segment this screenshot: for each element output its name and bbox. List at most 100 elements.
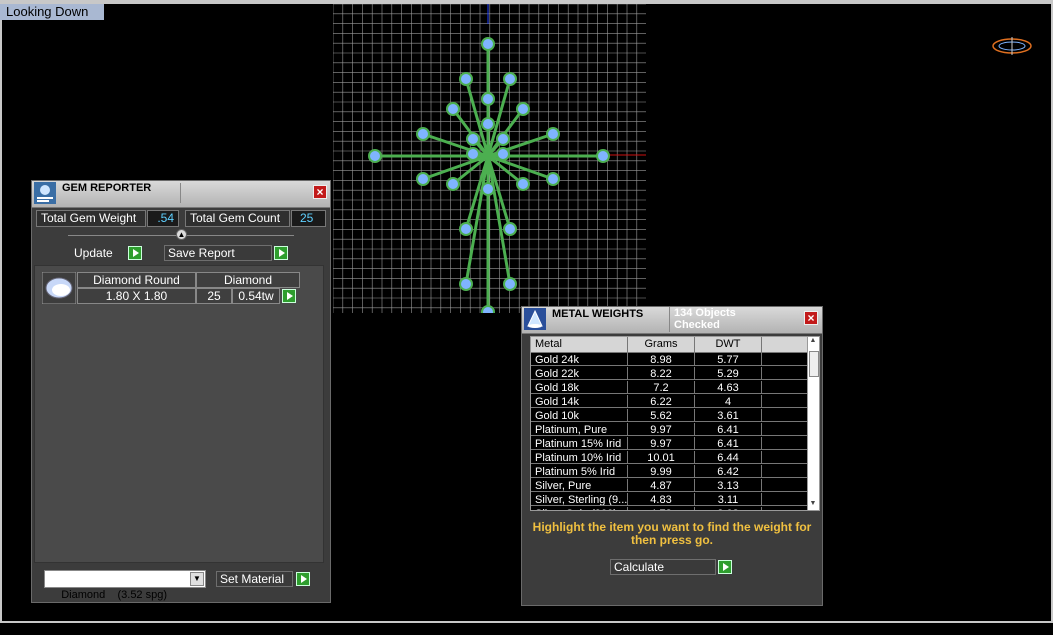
grams-cell: 9.99 xyxy=(628,465,695,478)
model-gem xyxy=(481,92,495,106)
metal-name-cell: Platinum 10% Irid xyxy=(531,451,628,464)
gem-list-row[interactable]: Diamond Round Diamond 1.80 X 1.80 25 0.5… xyxy=(42,272,300,304)
model-gem xyxy=(466,132,480,146)
metal-name-cell: Platinum 15% Irid xyxy=(531,437,628,450)
model-gem xyxy=(546,127,560,141)
scroll-up-icon[interactable]: ▲ xyxy=(808,337,818,347)
save-report-go-icon xyxy=(274,246,288,260)
table-row[interactable]: Platinum, Pure 9.97 6.41 xyxy=(531,423,809,437)
table-row[interactable]: Silver Coin (900)4.783.08 xyxy=(531,507,809,510)
metal-weights-table[interactable]: Metal Grams DWT Gold 24k 8.98 5.77 Gold 22k… xyxy=(530,336,820,511)
gem-shape: Diamond Round xyxy=(77,272,196,288)
dwt-cell: 3.13 xyxy=(695,479,762,492)
grams-cell: 7.2 xyxy=(628,381,695,394)
metal-weights-hint: Highlight the item you want to find the … xyxy=(532,520,812,547)
objects-checked-status: 134 Objects Checked xyxy=(669,307,782,332)
grams-cell: 5.62 xyxy=(628,409,695,422)
grams-cell: 4.83 xyxy=(628,493,695,506)
metal-name-cell: Platinum 5% Irid xyxy=(531,465,628,478)
model-gem xyxy=(496,132,510,146)
total-gem-weight-label: Total Gem Weight xyxy=(36,210,146,227)
gem-row-go-icon[interactable] xyxy=(282,289,296,303)
dwt-cell: 5.77 xyxy=(695,353,762,366)
empty-cell xyxy=(762,353,809,366)
model-gem xyxy=(466,147,480,161)
table-scrollbar[interactable]: ▲ ▼ xyxy=(807,337,819,510)
dwt-cell: 6.42 xyxy=(695,465,762,478)
update-go-icon xyxy=(128,246,142,260)
table-row[interactable]: Gold 10k 5.62 3.61 xyxy=(531,409,809,423)
table-row[interactable]: Gold 18k 7.2 4.63 xyxy=(531,381,809,395)
grams-cell: 9.97 xyxy=(628,437,695,450)
total-gem-weight-value: .54 xyxy=(147,210,179,227)
model-gem xyxy=(503,277,517,291)
save-report-dropdown[interactable]: Save Report xyxy=(164,245,289,262)
model-gem xyxy=(503,72,517,86)
metal-weights-close-button[interactable]: × xyxy=(804,311,818,325)
table-row[interactable]: Gold 24k 8.98 5.77 xyxy=(531,353,809,367)
empty-cell xyxy=(762,381,809,394)
table-row[interactable]: Platinum 10% Irid 10.01 6.44 xyxy=(531,451,809,465)
gem-reporter-close-button[interactable]: × xyxy=(313,185,327,199)
calculate-dropdown[interactable]: Calculate xyxy=(610,559,735,576)
dwt-cell: 3.11 xyxy=(695,493,762,506)
empty-cell xyxy=(762,437,809,450)
table-row[interactable]: Silver, Pure 4.87 3.13 xyxy=(531,479,809,493)
grams-cell: 4.87 xyxy=(628,479,695,492)
model-gem xyxy=(496,147,510,161)
model-gem xyxy=(459,277,473,291)
calculate-label: Calculate xyxy=(610,559,716,575)
set-material-label: Set Material xyxy=(216,571,293,587)
update-button-label: Update xyxy=(74,246,113,260)
grams-cell: 9.97 xyxy=(628,423,695,436)
metal-weights-panel: METAL WEIGHTS 134 Objects Checked × Meta… xyxy=(521,306,823,606)
column-header-grams: Grams xyxy=(628,337,695,353)
gem-type: Diamond xyxy=(196,272,300,288)
grams-cell: 4.78 xyxy=(628,507,695,510)
metal-name-cell: Silver, Pure xyxy=(531,479,628,492)
table-row[interactable]: Silver, Sterling (9... 4.83 3.11 xyxy=(531,493,809,507)
scroll-thumb[interactable] xyxy=(809,351,819,377)
gem-reporter-panel: GEM REPORTER × Total Gem Weight .54 Tota… xyxy=(31,180,331,603)
metal-name-cell: Gold 14k xyxy=(531,395,628,408)
gem-count: 25 xyxy=(196,288,232,304)
metal-name-cell: Gold 24k xyxy=(531,353,628,366)
metal-weights-titlebar[interactable]: METAL WEIGHTS 134 Objects Checked × xyxy=(522,307,822,334)
table-row[interactable]: Gold 14k 6.22 4 xyxy=(531,395,809,409)
model-gem xyxy=(481,37,495,51)
model-gem xyxy=(516,102,530,116)
empty-cell xyxy=(762,465,809,478)
metal-weights-logo-icon xyxy=(524,308,546,330)
model-gem xyxy=(546,172,560,186)
gem-reporter-logo-icon xyxy=(34,182,56,204)
set-material-button[interactable]: Set Material xyxy=(216,570,312,588)
column-header-dwt: DWT xyxy=(695,337,762,353)
metal-name-cell: Silver, Sterling (9... xyxy=(531,493,628,506)
material-select-value: Diamond (3.52 spg) xyxy=(61,589,168,601)
model-gem xyxy=(503,222,517,236)
empty-cell xyxy=(762,479,809,492)
scroll-down-icon[interactable]: ▼ xyxy=(808,500,818,510)
grams-cell: 10.01 xyxy=(628,451,695,464)
gem-reporter-titlebar[interactable]: GEM REPORTER × xyxy=(32,181,330,208)
model-gem xyxy=(481,117,495,131)
dwt-cell: 5.29 xyxy=(695,367,762,380)
cross-pendant-model xyxy=(368,37,610,313)
grams-cell: 8.98 xyxy=(628,353,695,366)
collapse-toggle-icon[interactable]: ▲ xyxy=(176,229,187,240)
table-row[interactable]: Gold 22k 8.22 5.29 xyxy=(531,367,809,381)
dwt-cell: 3.08 xyxy=(695,507,762,510)
save-report-label: Save Report xyxy=(164,245,272,261)
material-select[interactable]: Diamond (3.52 spg) ▼ xyxy=(44,570,206,601)
update-button[interactable]: Update xyxy=(74,245,144,262)
orientation-gizmo-icon[interactable] xyxy=(991,35,1033,57)
table-row[interactable]: Platinum 5% Irid 9.99 6.42 xyxy=(531,465,809,479)
viewport-canvas[interactable] xyxy=(333,4,646,313)
column-header-empty xyxy=(762,337,809,353)
model-gem xyxy=(481,305,495,313)
grams-cell: 8.22 xyxy=(628,367,695,380)
model-gem xyxy=(446,102,460,116)
empty-cell xyxy=(762,409,809,422)
model-gem xyxy=(481,182,495,196)
table-row[interactable]: Platinum 15% Irid 9.97 6.41 xyxy=(531,437,809,451)
